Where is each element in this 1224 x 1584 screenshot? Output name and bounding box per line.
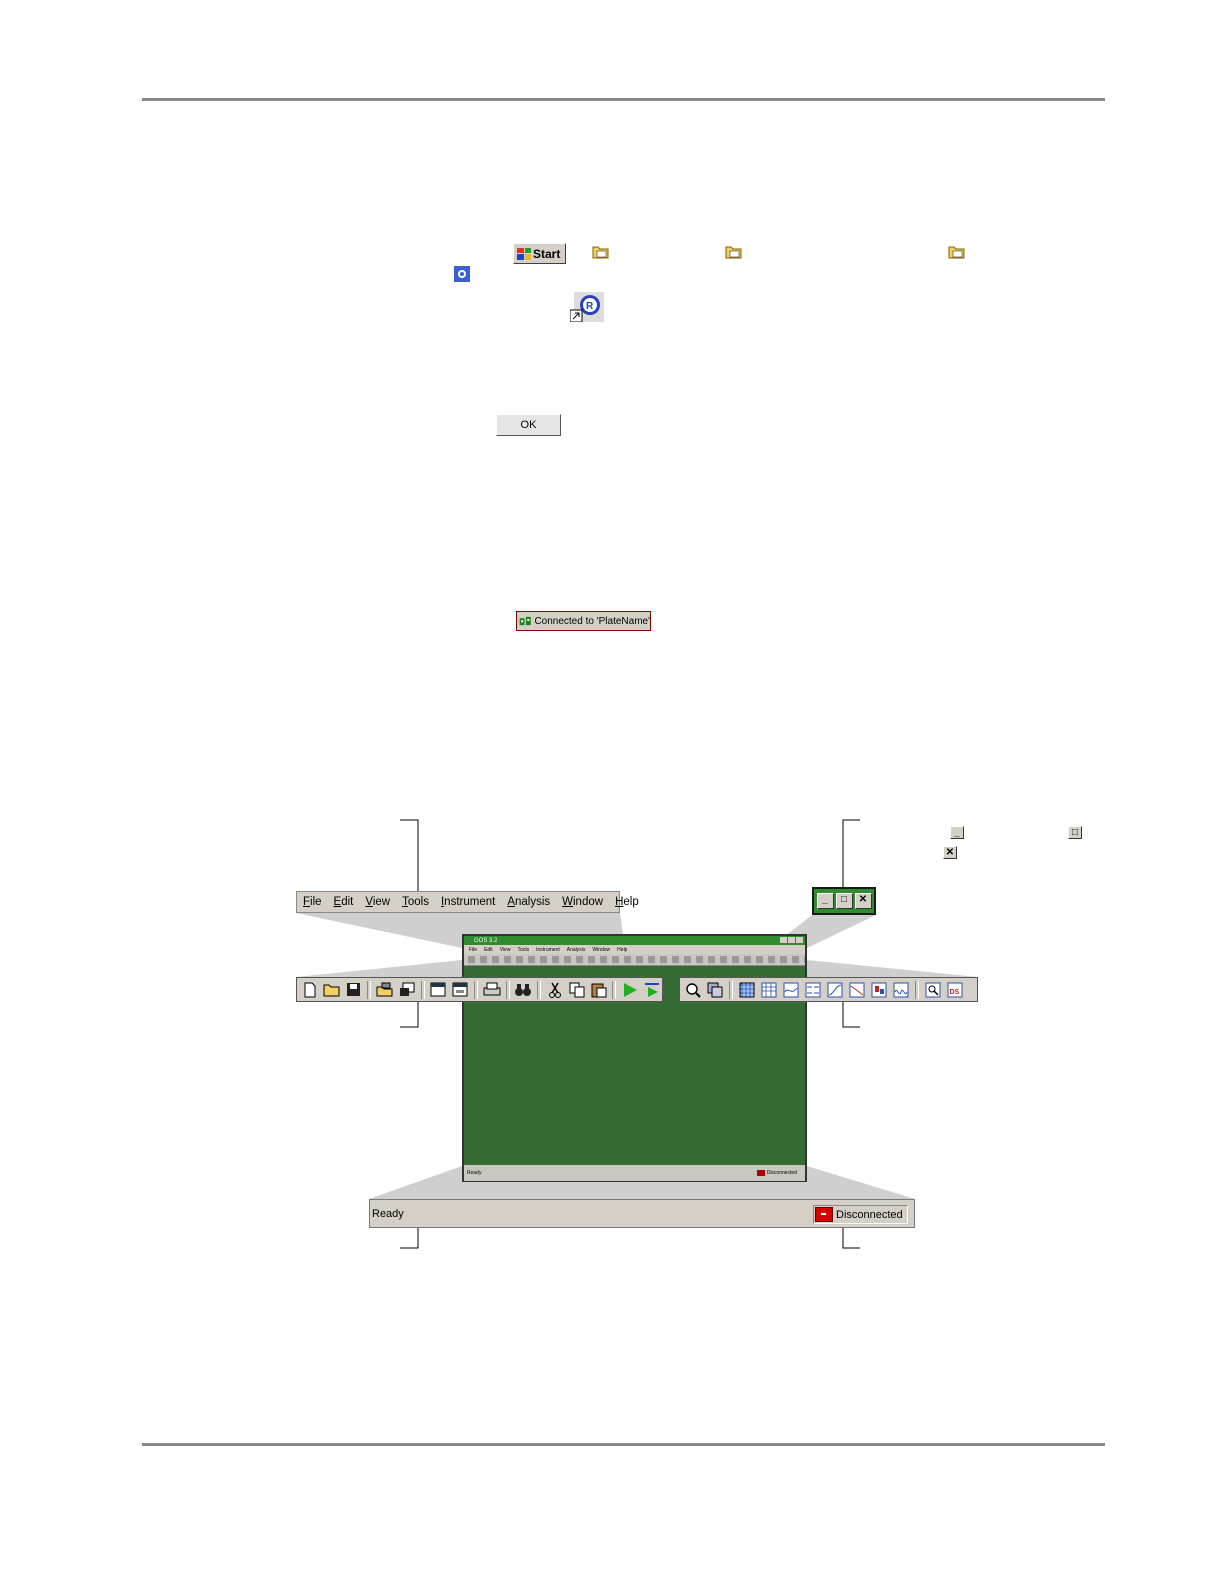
report-preview-icon[interactable] bbox=[923, 981, 943, 999]
toolbar-separator bbox=[367, 980, 372, 999]
ok-button[interactable]: OK bbox=[496, 414, 561, 436]
app-connection: Disconnected bbox=[756, 1170, 797, 1176]
application-gear-icon bbox=[454, 266, 470, 282]
plate-overview-icon[interactable] bbox=[705, 981, 725, 999]
svg-text:DS: DS bbox=[950, 989, 960, 996]
close-reference-icon: ✕ bbox=[943, 846, 957, 859]
menu-tools[interactable]: Tools bbox=[396, 896, 435, 908]
menu-bar: File Edit View Tools Instrument Analysis… bbox=[296, 891, 639, 913]
app-title-controls bbox=[780, 937, 803, 943]
app-status-text: Ready bbox=[467, 1170, 482, 1176]
run-step-icon[interactable] bbox=[642, 981, 662, 999]
desktop-shortcut-icon[interactable]: R bbox=[570, 292, 604, 322]
windows-logo-icon bbox=[517, 247, 531, 260]
menu-analysis[interactable]: Analysis bbox=[501, 896, 556, 908]
cutoff-icon[interactable] bbox=[869, 981, 889, 999]
menu-edit[interactable]: Edit bbox=[328, 896, 360, 908]
minimize-reference-icon: _ bbox=[950, 826, 964, 839]
close-button[interactable]: ✕ bbox=[854, 893, 872, 909]
open-folder-icon[interactable] bbox=[322, 981, 342, 999]
table-view-icon[interactable] bbox=[759, 981, 779, 999]
top-rule bbox=[142, 98, 1105, 101]
curve-view-icon[interactable] bbox=[781, 981, 801, 999]
app-menu-item: Edit bbox=[484, 946, 493, 953]
disconnected-icon bbox=[815, 1207, 833, 1222]
minimize-button[interactable]: _ bbox=[816, 893, 834, 909]
app-menu-item: Analysis bbox=[566, 946, 586, 953]
paste-icon[interactable] bbox=[589, 981, 609, 999]
application-window: GOS 3.2 File Edit View Tools Instrument … bbox=[462, 934, 807, 1182]
toolbar-separator bbox=[537, 980, 542, 999]
window-controls: _ □ ✕ bbox=[812, 887, 876, 915]
app-toolbar bbox=[464, 954, 805, 966]
toolbar-separator bbox=[420, 980, 425, 999]
zoom-wedges bbox=[296, 819, 978, 1249]
print-icon[interactable] bbox=[482, 981, 502, 999]
connection-panel: Disconnected bbox=[813, 1205, 908, 1224]
status-text: Ready bbox=[372, 1208, 404, 1220]
app-status-bar: Ready Disconnected bbox=[464, 1165, 805, 1181]
zoom-icon[interactable] bbox=[683, 981, 703, 999]
standard-toolbar bbox=[296, 977, 663, 1002]
plate-layout-icon[interactable] bbox=[429, 981, 449, 999]
program-group-folder-icon bbox=[725, 246, 742, 259]
open-protocol-icon[interactable] bbox=[375, 981, 395, 999]
app-title: GOS 3.2 bbox=[474, 937, 498, 944]
find-binoculars-icon[interactable] bbox=[514, 981, 534, 999]
start-button-label: Start bbox=[533, 246, 561, 261]
regression-icon[interactable] bbox=[847, 981, 867, 999]
menu-instrument[interactable]: Instrument bbox=[435, 896, 501, 908]
connection-status-label: Connected to 'PlateName' bbox=[534, 615, 650, 627]
maximize-button[interactable]: □ bbox=[835, 893, 853, 909]
connection-status-text: Disconnected bbox=[836, 1208, 903, 1221]
bottom-rule bbox=[142, 1443, 1105, 1446]
app-menu-item: View bbox=[499, 946, 511, 953]
subgroup-folder-icon bbox=[948, 246, 965, 259]
toolbar-separator bbox=[729, 980, 733, 999]
copy-icon[interactable] bbox=[567, 981, 587, 999]
toolbar-separator bbox=[612, 980, 617, 999]
start-button[interactable]: Start bbox=[513, 243, 566, 264]
svg-text:R: R bbox=[586, 301, 594, 312]
save-icon[interactable] bbox=[343, 981, 363, 999]
connection-status-indicator: Connected to 'PlateName' bbox=[516, 611, 651, 631]
status-bar: Ready Disconnected bbox=[369, 1199, 915, 1228]
app-menu-item: File bbox=[469, 946, 478, 953]
run-icon[interactable] bbox=[620, 981, 640, 999]
save-protocol-icon[interactable] bbox=[397, 981, 417, 999]
plate-settings-icon[interactable] bbox=[450, 981, 470, 999]
menu-window[interactable]: Window bbox=[556, 896, 609, 908]
toolbar-separator bbox=[505, 980, 510, 999]
grid-view-icon[interactable] bbox=[737, 981, 757, 999]
toolbar-separator bbox=[915, 980, 919, 999]
instrument-icon bbox=[519, 616, 531, 626]
new-file-icon[interactable] bbox=[300, 981, 320, 999]
kinetic-view-icon[interactable] bbox=[803, 981, 823, 999]
app-menu-item: Tools bbox=[517, 946, 530, 953]
waveform-icon[interactable] bbox=[891, 981, 911, 999]
app-menu-bar: File Edit View Tools Instrument Analysis… bbox=[464, 945, 805, 954]
app-menu-item: Help bbox=[617, 946, 628, 953]
analysis-toolbar: DS bbox=[679, 977, 978, 1002]
cut-icon[interactable] bbox=[545, 981, 565, 999]
app-menu-item: Window bbox=[592, 946, 611, 953]
programs-folder-icon bbox=[592, 246, 609, 259]
app-title-bar: GOS 3.2 bbox=[464, 936, 805, 945]
data-sheet-icon[interactable]: DS bbox=[945, 981, 965, 999]
maximize-reference-icon: □ bbox=[1068, 826, 1082, 839]
menu-view[interactable]: View bbox=[359, 896, 396, 908]
toolbar-separator bbox=[473, 980, 478, 999]
app-menu-item: Instrument bbox=[536, 946, 560, 953]
standard-curve-icon[interactable] bbox=[825, 981, 845, 999]
menu-file[interactable]: File bbox=[297, 896, 328, 908]
menu-help[interactable]: Help bbox=[609, 896, 645, 908]
